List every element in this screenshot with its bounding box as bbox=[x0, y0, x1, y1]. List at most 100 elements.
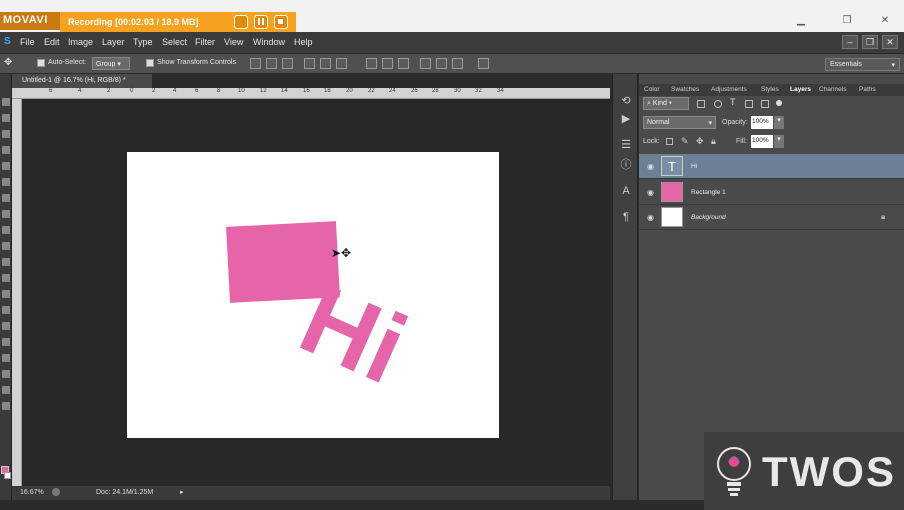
lock-all-icon[interactable]: 🔒︎ bbox=[711, 136, 716, 147]
menu-view[interactable]: View bbox=[224, 37, 243, 47]
background-color-swatch[interactable] bbox=[4, 472, 11, 479]
tab-layers[interactable]: Layers bbox=[790, 86, 811, 93]
actions-icon[interactable]: ▶ bbox=[619, 112, 633, 126]
layer-row-background[interactable]: ◉ Background 🔒︎ bbox=[639, 205, 904, 230]
lock-move-icon[interactable]: ✥ bbox=[696, 136, 704, 147]
shape-tool-button[interactable] bbox=[2, 370, 10, 378]
hand-tool-button[interactable] bbox=[2, 386, 10, 394]
eyedropper-tool-button[interactable] bbox=[2, 178, 10, 186]
status-menu-arrow-icon[interactable]: ▸ bbox=[180, 488, 184, 496]
document-tab[interactable]: Untitled-1 @ 16.7% (Hi, RGB/8) * bbox=[12, 74, 152, 88]
menu-help[interactable]: Help bbox=[294, 37, 313, 47]
info-icon[interactable]: ⓘ bbox=[619, 158, 633, 172]
blur-tool-button[interactable] bbox=[2, 290, 10, 298]
lasso-tool-button[interactable] bbox=[2, 130, 10, 138]
zoom-level[interactable]: 16.67% bbox=[20, 489, 44, 496]
doc-restore-icon[interactable]: ❐ bbox=[862, 35, 878, 49]
filter-adjustment-icon[interactable] bbox=[714, 100, 722, 108]
distribute-vcenter-icon[interactable] bbox=[382, 58, 393, 69]
layer-name[interactable]: Background bbox=[691, 214, 726, 221]
layer-row-hi[interactable]: ◉ T Hi bbox=[639, 154, 904, 179]
distribute-bottom-icon[interactable] bbox=[398, 58, 409, 69]
stamp-tool-button[interactable] bbox=[2, 226, 10, 234]
menu-image[interactable]: Image bbox=[68, 37, 93, 47]
pen-tool-button[interactable] bbox=[2, 322, 10, 330]
auto-select-checkbox[interactable] bbox=[37, 59, 45, 67]
properties-icon[interactable]: ☰ bbox=[619, 138, 633, 152]
auto-select-dropdown[interactable]: Group ▾ bbox=[92, 57, 130, 70]
doc-close-icon[interactable]: ✕ bbox=[882, 35, 898, 49]
tab-paths[interactable]: Paths bbox=[859, 86, 876, 93]
tab-adjustments[interactable]: Adjustments bbox=[711, 86, 747, 93]
brush-tool-button[interactable] bbox=[2, 210, 10, 218]
record-settings-button[interactable] bbox=[234, 15, 248, 29]
align-right-icon[interactable] bbox=[336, 58, 347, 69]
menu-select[interactable]: Select bbox=[162, 37, 187, 47]
filter-smartobject-icon[interactable] bbox=[761, 100, 769, 108]
align-bottom-icon[interactable] bbox=[282, 58, 293, 69]
align-vcenter-icon[interactable] bbox=[266, 58, 277, 69]
distribute-left-icon[interactable] bbox=[420, 58, 431, 69]
status-info-icon[interactable] bbox=[52, 488, 60, 496]
type-tool-button[interactable] bbox=[2, 338, 10, 346]
eraser-tool-button[interactable] bbox=[2, 258, 10, 266]
show-transform-checkbox[interactable] bbox=[146, 59, 154, 67]
menu-window[interactable]: Window bbox=[253, 37, 285, 47]
crop-tool-button[interactable] bbox=[2, 162, 10, 170]
filter-shape-icon[interactable] bbox=[745, 100, 753, 108]
zoom-tool-button[interactable] bbox=[2, 402, 10, 410]
align-left-icon[interactable] bbox=[304, 58, 315, 69]
align-hcenter-icon[interactable] bbox=[320, 58, 331, 69]
opacity-slider-toggle[interactable]: ▾ bbox=[774, 116, 784, 129]
menu-layer[interactable]: Layer bbox=[102, 37, 125, 47]
align-top-icon[interactable] bbox=[250, 58, 261, 69]
filter-type-icon[interactable]: T bbox=[730, 97, 736, 107]
tab-styles[interactable]: Styles bbox=[761, 86, 779, 93]
marquee-tool-button[interactable] bbox=[2, 114, 10, 122]
history-icon[interactable]: ⟲ bbox=[619, 94, 633, 108]
menu-filter[interactable]: Filter bbox=[195, 37, 215, 47]
restore-icon[interactable]: ❐ bbox=[840, 15, 854, 27]
minimize-icon[interactable]: ▁ bbox=[794, 15, 808, 27]
lock-paint-icon[interactable]: ✎ bbox=[681, 136, 689, 147]
history-brush-tool-button[interactable] bbox=[2, 242, 10, 250]
workspace-dropdown[interactable]: Essentials ▾ bbox=[825, 58, 900, 71]
visibility-eye-icon[interactable]: ◉ bbox=[647, 162, 654, 171]
move-tool-button[interactable] bbox=[2, 98, 10, 106]
layer-filter-dropdown[interactable]: ⌕ Kind ▾ bbox=[643, 97, 689, 110]
gradient-tool-button[interactable] bbox=[2, 274, 10, 282]
distribute-hcenter-icon[interactable] bbox=[436, 58, 447, 69]
auto-align-icon[interactable] bbox=[478, 58, 489, 69]
layer-row-rectangle[interactable]: ◉ Rectangle 1 bbox=[639, 180, 904, 205]
healing-tool-button[interactable] bbox=[2, 194, 10, 202]
filter-pixel-icon[interactable] bbox=[697, 100, 705, 108]
fill-input[interactable]: 100% bbox=[751, 135, 773, 148]
layer-name[interactable]: Rectangle 1 bbox=[691, 189, 726, 196]
stop-button[interactable] bbox=[274, 15, 288, 29]
pause-button[interactable] bbox=[254, 15, 268, 29]
close-icon[interactable]: ✕ bbox=[878, 15, 892, 27]
menu-edit[interactable]: Edit bbox=[44, 37, 60, 47]
tab-channels[interactable]: Channels bbox=[819, 86, 846, 93]
distribute-top-icon[interactable] bbox=[366, 58, 377, 69]
blend-mode-dropdown[interactable]: Normal ▾ bbox=[643, 116, 716, 129]
quick-select-tool-button[interactable] bbox=[2, 146, 10, 154]
opacity-input[interactable]: 100% bbox=[751, 116, 773, 129]
paragraph-icon[interactable]: ¶ bbox=[619, 210, 633, 224]
visibility-eye-icon[interactable]: ◉ bbox=[647, 213, 654, 222]
visibility-eye-icon[interactable]: ◉ bbox=[647, 188, 654, 197]
menu-file[interactable]: File bbox=[20, 37, 35, 47]
tab-color[interactable]: Color bbox=[644, 86, 660, 93]
distribute-right-icon[interactable] bbox=[452, 58, 463, 69]
layer-name[interactable]: Hi bbox=[691, 163, 697, 170]
character-icon[interactable]: A bbox=[619, 184, 633, 198]
tab-swatches[interactable]: Swatches bbox=[671, 86, 699, 93]
filter-toggle-icon[interactable] bbox=[776, 100, 782, 106]
doc-minimize-icon[interactable]: – bbox=[842, 35, 858, 49]
dodge-tool-button[interactable] bbox=[2, 306, 10, 314]
lock-transparent-icon[interactable] bbox=[666, 138, 673, 145]
move-tool-icon[interactable]: ✥ bbox=[4, 57, 12, 68]
menu-type[interactable]: Type bbox=[133, 37, 153, 47]
path-select-tool-button[interactable] bbox=[2, 354, 10, 362]
fill-slider-toggle[interactable]: ▾ bbox=[774, 135, 784, 148]
